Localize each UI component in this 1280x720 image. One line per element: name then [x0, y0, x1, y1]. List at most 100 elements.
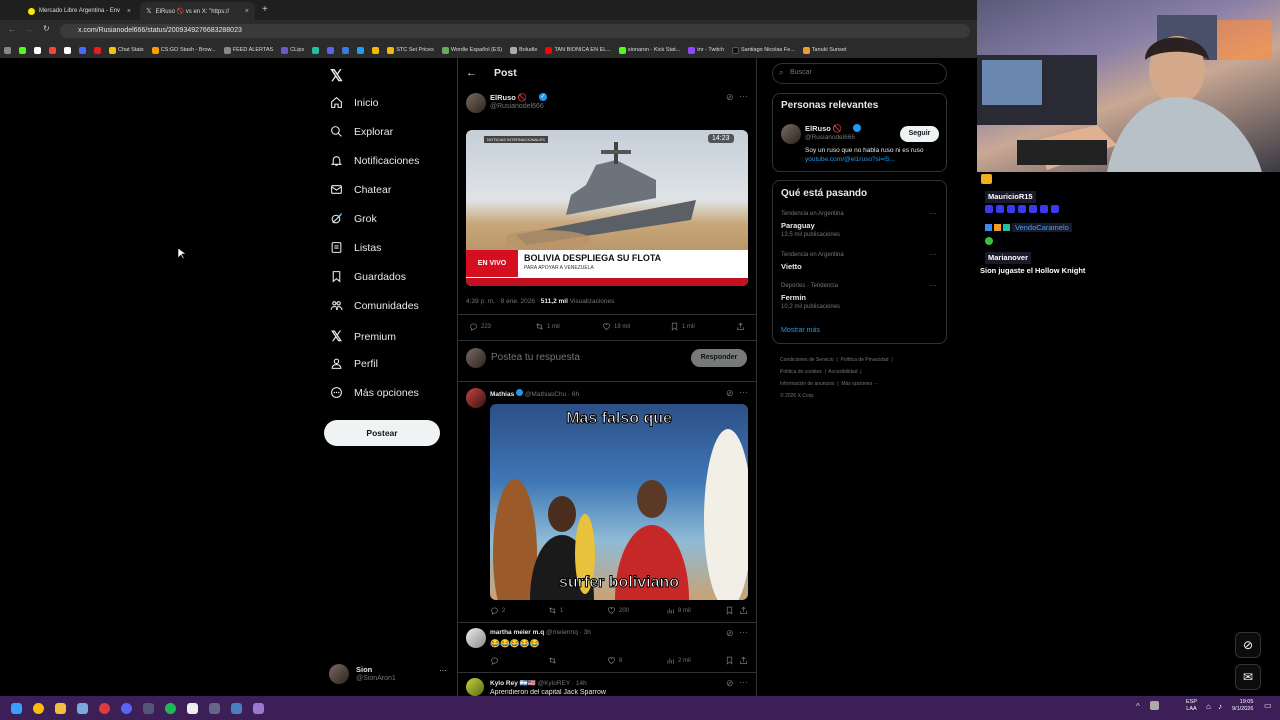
bookmark-icon[interactable] — [49, 46, 56, 54]
views-action[interactable]: 8 mil — [666, 606, 691, 615]
grok-icon[interactable]: ⊘ — [726, 92, 734, 103]
language-indicator[interactable]: ESP LAA — [1186, 699, 1197, 713]
app-icon[interactable] — [187, 702, 198, 714]
like-action[interactable]: 19 mil — [602, 322, 630, 331]
sidebar-item-mas-opciones[interactable]: Más opciones — [330, 386, 419, 399]
bookmark-item[interactable]: sionaron - Kick Stat... — [618, 46, 680, 54]
footer-link[interactable]: Más opciones ··· — [841, 381, 878, 387]
bookmark-item[interactable]: Boludle — [510, 46, 537, 54]
bookmark-icon[interactable] — [312, 46, 320, 54]
avatar[interactable] — [466, 388, 486, 408]
app-icon[interactable] — [99, 702, 110, 714]
bookmark-icon[interactable] — [342, 46, 350, 54]
relevant-handle[interactable]: @Rusianodel666 — [805, 134, 855, 141]
trend-item[interactable]: Deportes · Tendencia Fermin 10,2 mil pub… — [773, 281, 948, 317]
windows-start-icon[interactable] — [11, 702, 22, 714]
file-explorer-icon[interactable] — [55, 702, 66, 714]
bookmark-action[interactable]: 1 mil — [670, 322, 695, 331]
relevant-name[interactable]: ElRuso 🚫 — [805, 124, 842, 133]
bookmark-action[interactable] — [725, 606, 734, 615]
bookmark-item[interactable]: FEED ALERTAS — [223, 46, 273, 54]
back-icon[interactable]: ← — [8, 25, 16, 34]
footer-link[interactable]: Condiciones de Servicio — [780, 357, 834, 363]
more-icon[interactable]: ··· — [739, 627, 748, 637]
bookmark-item[interactable]: tnr - Twitch — [688, 46, 724, 54]
trend-item[interactable]: Tendencia en Argentina Paraguay 13,5 mil… — [773, 209, 948, 245]
reply-action[interactable]: 2 — [490, 606, 505, 615]
messages-icon[interactable]: ✉ — [1235, 664, 1261, 690]
discord-icon[interactable] — [121, 702, 132, 714]
sidebar-item-grok[interactable]: Grok — [330, 212, 377, 225]
app-icon[interactable] — [209, 702, 220, 714]
tweet-author-name[interactable]: ElRuso 🚫 — [490, 93, 527, 102]
bookmark-item[interactable]: STC Set Prices — [387, 46, 434, 54]
bookmark-kick-icon[interactable] — [19, 46, 26, 54]
like-action[interactable]: 8 — [607, 656, 622, 665]
close-icon[interactable]: × — [127, 8, 131, 15]
repost-action[interactable]: 1 — [548, 606, 563, 615]
more-icon[interactable]: ··· — [439, 666, 447, 675]
grok-icon[interactable]: ⊘ — [1235, 632, 1261, 658]
reply-author[interactable]: Mathias @MathiasChu · 6h — [490, 389, 579, 398]
more-icon[interactable]: ··· — [739, 677, 748, 687]
more-icon[interactable]: ··· — [929, 209, 937, 218]
app-icon[interactable] — [231, 702, 242, 714]
notifications-icon[interactable]: ▭ — [1264, 701, 1272, 710]
new-tab-button[interactable]: + — [262, 4, 268, 15]
bookmark-item[interactable]: Chat Stats — [109, 46, 144, 54]
sidebar-item-notificaciones[interactable]: Notificaciones — [330, 154, 419, 167]
postear-button[interactable]: Postear — [324, 420, 440, 446]
repost-action[interactable] — [548, 656, 557, 665]
sidebar-item-guardados[interactable]: Guardados — [330, 270, 406, 283]
url-field[interactable]: x.com/Rusianodel666/status/2009349276683… — [60, 24, 970, 38]
clock[interactable]: 19:05 9/1/2026 — [1232, 699, 1253, 713]
grok-icon[interactable]: ⊘ — [726, 388, 734, 399]
tweet-author-handle[interactable]: @Rusianodel666 — [490, 103, 544, 110]
sidebar-item-comunidades[interactable]: Comunidades — [330, 299, 419, 312]
follow-button[interactable]: Seguir — [900, 126, 939, 142]
search-input[interactable]: ⌕ Buscar — [772, 63, 947, 84]
repost-action[interactable]: 1 mil — [535, 322, 560, 331]
spotify-icon[interactable] — [165, 702, 176, 714]
close-icon[interactable]: × — [245, 8, 249, 15]
more-icon[interactable]: ··· — [739, 91, 748, 101]
reply-action[interactable] — [490, 656, 499, 665]
app-icon[interactable] — [253, 702, 264, 714]
chevron-up-icon[interactable]: ^ — [1136, 702, 1140, 711]
account-switcher[interactable]: Sion @SionAron1 ··· — [329, 662, 449, 686]
bookmark-icon[interactable] — [327, 46, 335, 54]
bookmark-apps-icon[interactable] — [4, 46, 11, 54]
chrome-icon[interactable] — [33, 702, 44, 714]
bookmark-action[interactable] — [725, 656, 734, 665]
bookmark-icon[interactable] — [372, 46, 380, 54]
more-icon[interactable]: ··· — [739, 387, 748, 397]
sidebar-item-perfil[interactable]: Perfil — [330, 357, 378, 370]
show-more-link[interactable]: Mostrar más — [781, 327, 820, 334]
sidebar-item-listas[interactable]: Listas — [330, 241, 381, 254]
more-icon[interactable]: ··· — [929, 250, 937, 259]
back-arrow-icon[interactable]: ← — [466, 67, 477, 79]
sidebar-item-premium[interactable]: 𝕏 Premium — [330, 328, 396, 345]
share-action[interactable] — [739, 656, 748, 665]
sidebar-item-chatear[interactable]: Chatear — [330, 183, 391, 196]
reply-action[interactable]: 223 — [469, 322, 491, 331]
bookmark-item[interactable]: CS:GO Stash - Brow... — [151, 46, 216, 54]
network-icon[interactable]: ⌂ — [1206, 702, 1211, 711]
reply-author[interactable]: martha meier m.q @meiermq · 3h — [490, 629, 591, 636]
bookmark-icon[interactable] — [94, 46, 101, 54]
grok-icon[interactable]: ⊘ — [726, 678, 734, 689]
trend-item[interactable]: Tendencia en Argentina Vietto ··· — [773, 250, 948, 276]
bookmark-icon[interactable] — [64, 46, 71, 54]
bookmark-icon[interactable] — [357, 46, 365, 54]
sidebar-item-inicio[interactable]: Inicio — [330, 96, 379, 109]
avatar[interactable] — [781, 124, 801, 144]
footer-link[interactable]: Política de Privacidad — [841, 357, 889, 363]
tab-mercado-libre[interactable]: Mercado Libre Argentina - Env × — [22, 2, 137, 20]
bookmark-icon[interactable] — [34, 46, 41, 54]
bookmark-item[interactable]: Tanuki Sunset — [802, 46, 846, 54]
views-action[interactable]: 2 mil — [666, 656, 691, 665]
like-action[interactable]: 200 — [607, 606, 629, 615]
footer-link[interactable]: Accesibilidad — [828, 369, 857, 375]
volume-icon[interactable]: ♪ — [1218, 702, 1222, 711]
reload-icon[interactable]: ↻ — [43, 24, 50, 33]
